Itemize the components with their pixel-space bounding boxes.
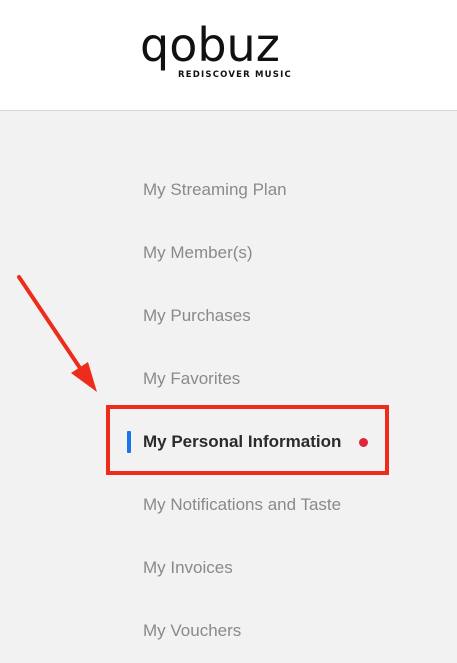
notification-dot-icon	[359, 438, 368, 447]
menu-item-invoices[interactable]: My Invoices	[143, 553, 233, 583]
menu-item-notifications-taste[interactable]: My Notifications and Taste	[143, 490, 341, 520]
menu-item-members[interactable]: My Member(s)	[143, 238, 253, 268]
header: qobuz REDISCOVER MUSIC	[0, 0, 457, 111]
logo-tagline: REDISCOVER MUSIC	[178, 70, 292, 80]
menu-item-streaming-plan[interactable]: My Streaming Plan	[143, 175, 287, 205]
qobuz-logo[interactable]: qobuz REDISCOVER MUSIC	[140, 22, 312, 84]
active-indicator	[127, 431, 131, 453]
logo-wordmark: qobuz	[140, 18, 280, 72]
menu-item-favorites[interactable]: My Favorites	[143, 364, 240, 394]
account-menu: My Streaming Plan My Member(s) My Purcha…	[0, 111, 457, 663]
menu-item-purchases[interactable]: My Purchases	[143, 301, 251, 331]
menu-item-vouchers[interactable]: My Vouchers	[143, 616, 241, 646]
menu-item-personal-information[interactable]: My Personal Information	[143, 427, 341, 457]
